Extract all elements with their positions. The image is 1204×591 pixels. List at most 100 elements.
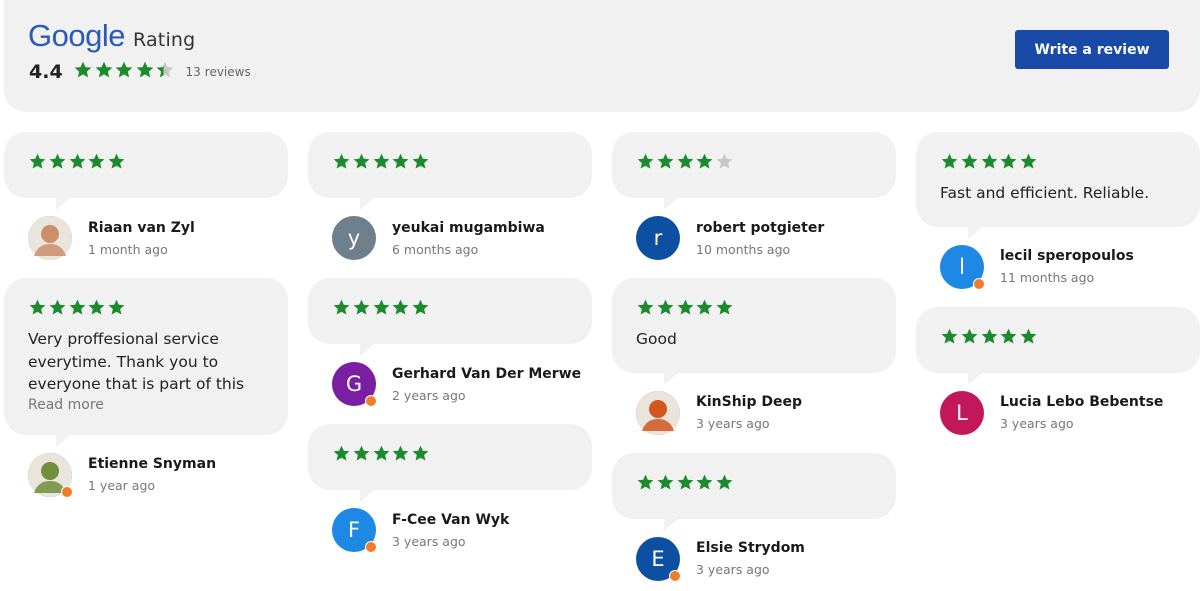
review-card: y yeukai mugambiwa 6 months ago (308, 132, 592, 278)
review-author: y yeukai mugambiwa 6 months ago (308, 198, 592, 278)
review-count-number: 13 (185, 65, 201, 79)
review-card: G Gerhard Van Der Merwe 2 years ago (308, 278, 592, 424)
avatar[interactable]: r (636, 216, 680, 260)
review-date: 6 months ago (392, 241, 479, 257)
review-stars (636, 473, 872, 495)
star-icon (677, 299, 694, 315)
star-icon (88, 299, 105, 315)
avatar[interactable]: l (940, 244, 985, 290)
star-icon (657, 153, 674, 169)
reviewer-name[interactable]: Lucia Lebo Bebentse (1000, 394, 1163, 410)
review-author: KinShip Deep 3 years ago (612, 373, 896, 453)
review-stars (332, 444, 568, 466)
reviewer-name[interactable]: Gerhard Van Der Merwe (392, 366, 581, 382)
read-more-link[interactable]: Read more (28, 397, 264, 413)
author-meta: Lucia Lebo Bebentse 3 years ago (1000, 394, 1163, 431)
review-column-2: y yeukai mugambiwa 6 months ago G Gerhard Va… (308, 132, 592, 570)
star-icon (696, 299, 713, 315)
review-date: 3 years ago (1000, 416, 1074, 431)
avatar[interactable] (28, 216, 72, 260)
star-icon (353, 299, 370, 315)
star-icon (941, 153, 958, 169)
review-bubble (4, 132, 288, 210)
star-icon (716, 474, 733, 490)
star-icon (1000, 153, 1017, 169)
avatar[interactable]: L (940, 390, 984, 435)
author-meta: F-Cee Van Wyk 3 years ago (392, 512, 509, 549)
reviewer-name[interactable]: robert potgieter (696, 220, 824, 236)
review-bubble (916, 306, 1200, 385)
star-icon (108, 153, 125, 169)
local-guide-badge-icon (365, 395, 377, 407)
star-icon (74, 61, 92, 78)
rating-label: Rating (132, 29, 196, 51)
profile-photo (28, 216, 72, 260)
review-text: Very proffesional service everytime. Tha… (28, 330, 245, 393)
review-column-4: Fast and efficient. Reliable. l lecil sper… (916, 132, 1200, 453)
review-author: G Gerhard Van Der Merwe 2 years ago (308, 344, 592, 424)
review-author: F F-Cee Van Wyk 3 years ago (308, 490, 592, 570)
avatar[interactable] (636, 390, 680, 435)
star-icon (49, 299, 66, 315)
star-icon (657, 299, 674, 315)
review-author: Etienne Snyman 1 year ago (4, 435, 288, 515)
review-bubble (308, 278, 592, 356)
star-icon (333, 299, 350, 315)
review-stars (636, 298, 872, 320)
avatar-initial: F (347, 518, 361, 542)
star-icon (412, 445, 429, 461)
review-text: Fast and efficient. Reliable. (940, 184, 1150, 202)
review-date: 10 months ago (696, 241, 791, 257)
avatar[interactable] (28, 452, 73, 498)
review-date: 3 years ago (696, 562, 770, 577)
review-bubble (308, 132, 592, 210)
star-icon (696, 153, 713, 169)
author-meta: yeukai mugambiwa 6 months ago (392, 220, 545, 257)
reviewer-name[interactable]: F-Cee Van Wyk (392, 512, 509, 528)
star-icon (115, 61, 133, 78)
review-card: r robert potgieter 10 months ago (612, 132, 896, 278)
star-icon (49, 153, 66, 169)
reviewer-name[interactable]: yeukai mugambiwa (392, 220, 545, 236)
review-bubble (308, 424, 592, 502)
star-icon (961, 328, 978, 344)
reviewer-name[interactable]: Riaan van Zyl (88, 220, 195, 236)
reviewer-name[interactable]: lecil speropoulos (1000, 248, 1134, 264)
review-author: r robert potgieter 10 months ago (612, 198, 896, 278)
star-icon (941, 328, 958, 344)
avatar[interactable]: G (332, 362, 377, 407)
reviewer-name[interactable]: Etienne Snyman (88, 456, 216, 472)
star-icon (981, 328, 998, 344)
review-stars (940, 152, 1176, 174)
avatar[interactable]: F (332, 508, 377, 553)
review-bubble: Very proffesional service everytime. Tha… (4, 278, 288, 446)
reviewer-name[interactable]: Elsie Strydom (696, 540, 805, 556)
review-column-1: Riaan van Zyl 1 month ago Very proffesiona… (4, 132, 288, 515)
star-icon (69, 299, 86, 315)
google-logo: Google (28, 18, 125, 53)
rating-header: Google Rating 4.4 13 reviews Write a revi… (4, 0, 1200, 112)
review-text: Good (636, 330, 677, 348)
star-icon (29, 299, 46, 315)
star-icon (156, 61, 174, 78)
average-stars (73, 60, 176, 84)
review-column-3: r robert potgieter 10 months ago Good KinShi… (612, 132, 896, 591)
star-icon (716, 299, 733, 315)
review-bubble: Fast and efficient. Reliable. (916, 132, 1200, 238)
author-meta: Gerhard Van Der Merwe 2 years ago (392, 366, 581, 403)
star-icon (353, 153, 370, 169)
write-review-button[interactable]: Write a review (1015, 30, 1169, 69)
review-stars (332, 298, 568, 320)
reviewer-name[interactable]: KinShip Deep (696, 394, 802, 410)
review-stars (28, 298, 264, 320)
avatar[interactable]: y (332, 216, 376, 260)
star-icon (392, 299, 409, 315)
avatar-initial: E (651, 546, 665, 571)
review-date: 3 years ago (392, 533, 466, 549)
author-meta: Elsie Strydom 3 years ago (696, 540, 805, 577)
star-icon (333, 445, 350, 461)
review-card: Very proffesional service everytime. Tha… (4, 278, 288, 515)
avatar[interactable]: E (636, 536, 681, 582)
local-guide-badge-icon (365, 541, 377, 553)
author-meta: KinShip Deep 3 years ago (696, 394, 802, 431)
